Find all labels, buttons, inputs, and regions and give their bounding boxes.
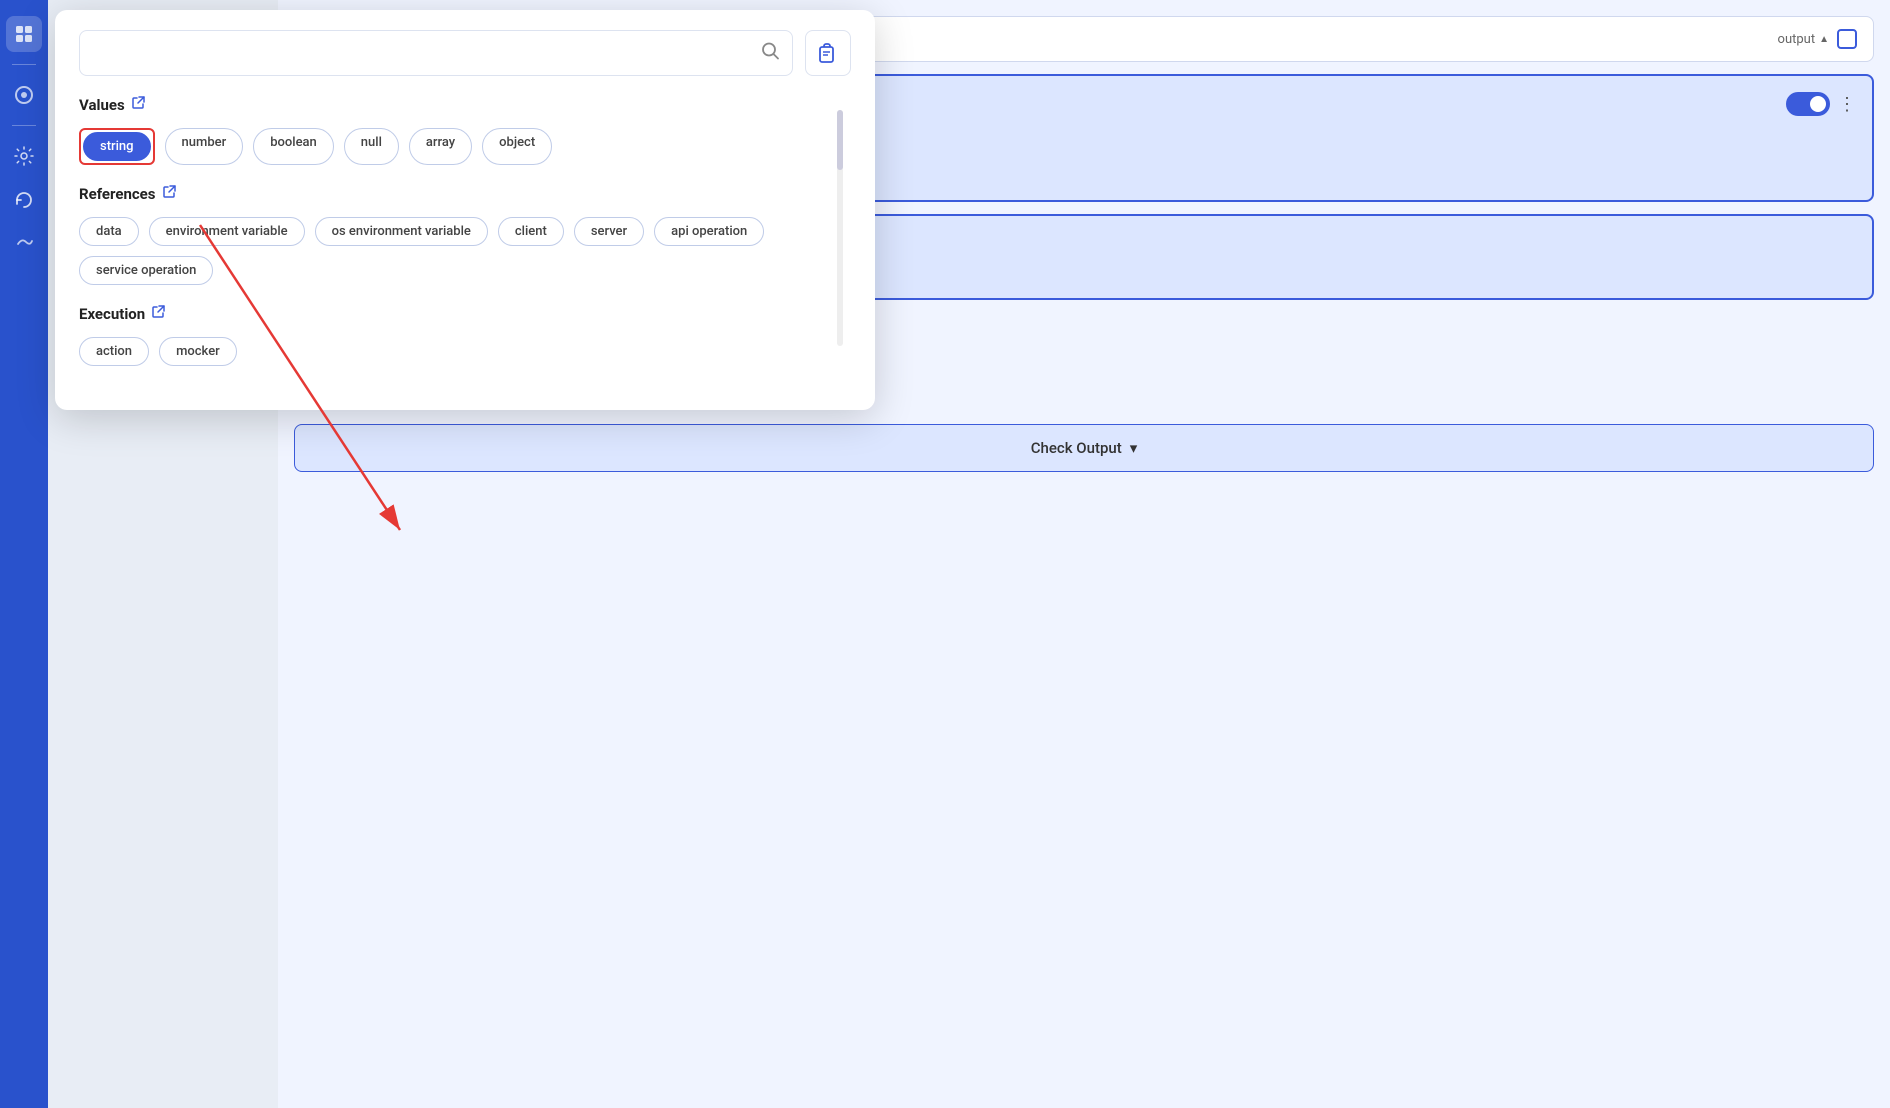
popup-search-container (79, 30, 793, 76)
chip-mocker[interactable]: mocker (159, 337, 237, 366)
chip-env-var[interactable]: environment variable (149, 217, 305, 246)
values-chips: string number boolean null array object (79, 128, 851, 165)
chip-object[interactable]: object (482, 128, 552, 165)
execution-chips: action mocker (79, 337, 851, 366)
references-link-icon (162, 185, 176, 203)
popup-search-input[interactable] (94, 45, 750, 61)
sidebar-icon-circle[interactable] (6, 77, 42, 113)
references-heading: References (79, 185, 851, 203)
more-options-icon[interactable]: ⋮ (1838, 94, 1856, 115)
string-chip-wrapper: string (79, 128, 155, 165)
chip-service-operation[interactable]: service operation (79, 256, 213, 285)
chip-boolean[interactable]: boolean (253, 128, 334, 165)
execution-link-icon (151, 305, 165, 323)
check-output-button[interactable]: Check Output ▾ (294, 424, 1874, 472)
chevron-up-icon: ▲ (1819, 34, 1829, 45)
execution-heading: Execution (79, 305, 851, 323)
chip-null[interactable]: null (344, 128, 399, 165)
chip-string[interactable]: string (83, 132, 151, 161)
type-picker-popup: Values string number boolean null array … (55, 10, 875, 410)
values-heading: Values (79, 96, 851, 114)
sidebar (0, 0, 48, 1108)
top-bar-right: output ▲ (1778, 29, 1857, 49)
chip-api-operation[interactable]: api operation (654, 217, 764, 246)
values-heading-text: Values (79, 96, 125, 114)
clipboard-button[interactable] (805, 30, 851, 76)
sidebar-icon-grid[interactable] (6, 16, 42, 52)
references-chips: data environment variable os environment… (79, 217, 851, 285)
references-heading-text: References (79, 185, 156, 203)
sidebar-icon-refresh[interactable] (6, 182, 42, 218)
chip-client[interactable]: client (498, 217, 564, 246)
toggle-knob (1810, 96, 1826, 112)
chip-server[interactable]: server (574, 217, 644, 246)
chip-action[interactable]: action (79, 337, 149, 366)
toggle-switch[interactable] (1786, 92, 1830, 116)
check-output-label: Check Output (1031, 439, 1122, 457)
sidebar-icon-gear[interactable] (6, 138, 42, 174)
popup-search-row (79, 30, 851, 76)
execution-heading-text: Execution (79, 305, 145, 323)
check-output-chevron-icon: ▾ (1130, 439, 1138, 457)
sidebar-icon-misc[interactable] (6, 226, 42, 262)
output-label[interactable]: output ▲ (1778, 32, 1829, 47)
chip-number[interactable]: number (165, 128, 244, 165)
output-text: output (1778, 32, 1816, 47)
chip-array[interactable]: array (409, 128, 472, 165)
scrollbar-thumb (837, 110, 843, 170)
sidebar-divider-2 (12, 125, 36, 126)
popup-inner: Values string number boolean null array … (79, 30, 851, 366)
chip-os-env-var[interactable]: os environment variable (315, 217, 488, 246)
chip-data[interactable]: data (79, 217, 139, 246)
sidebar-divider-1 (12, 64, 36, 65)
values-link-icon (131, 96, 145, 114)
popup-scrollbar[interactable] (837, 110, 843, 346)
output-checkbox[interactable] (1837, 29, 1857, 49)
search-icon (760, 41, 780, 66)
